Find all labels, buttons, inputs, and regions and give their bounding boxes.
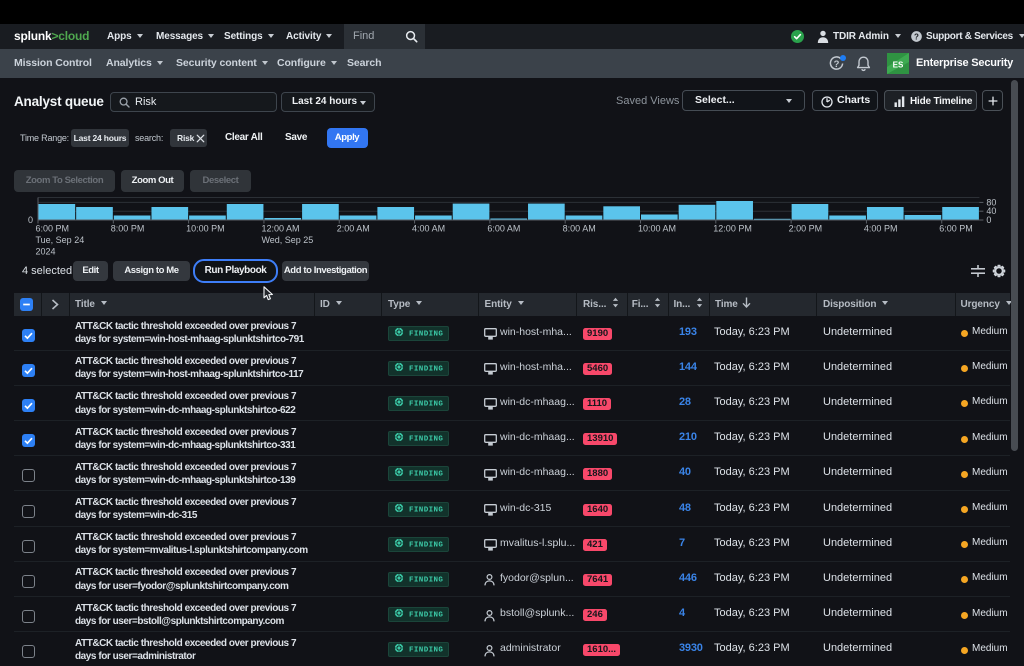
- svg-text:4:00 PM: 4:00 PM: [864, 224, 898, 234]
- svg-text:Wed, Sep 25: Wed, Sep 25: [261, 235, 313, 245]
- svg-text:2024: 2024: [36, 247, 56, 257]
- svg-text:6:00 PM: 6:00 PM: [36, 224, 70, 234]
- svg-text:12:00 PM: 12:00 PM: [713, 224, 752, 234]
- svg-text:0: 0: [28, 215, 33, 225]
- svg-text:10:00 AM: 10:00 AM: [638, 224, 676, 234]
- svg-text:2:00 PM: 2:00 PM: [789, 224, 823, 234]
- svg-text:10:00 PM: 10:00 PM: [186, 224, 225, 234]
- svg-text:ES: ES: [893, 61, 904, 70]
- svg-text:?: ?: [914, 32, 919, 41]
- svg-text:2:00 AM: 2:00 AM: [337, 224, 370, 234]
- svg-text:8:00 PM: 8:00 PM: [111, 224, 145, 234]
- svg-text:12:00 AM: 12:00 AM: [261, 224, 299, 234]
- svg-text:Tue, Sep 24: Tue, Sep 24: [36, 235, 85, 245]
- svg-text:6:00 PM: 6:00 PM: [939, 224, 973, 234]
- svg-text:4:00 AM: 4:00 AM: [412, 224, 445, 234]
- svg-text:0: 0: [986, 215, 991, 225]
- svg-text:6:00 AM: 6:00 AM: [487, 224, 520, 234]
- svg-text:8:00 AM: 8:00 AM: [563, 224, 596, 234]
- svg-text:?: ?: [834, 59, 840, 70]
